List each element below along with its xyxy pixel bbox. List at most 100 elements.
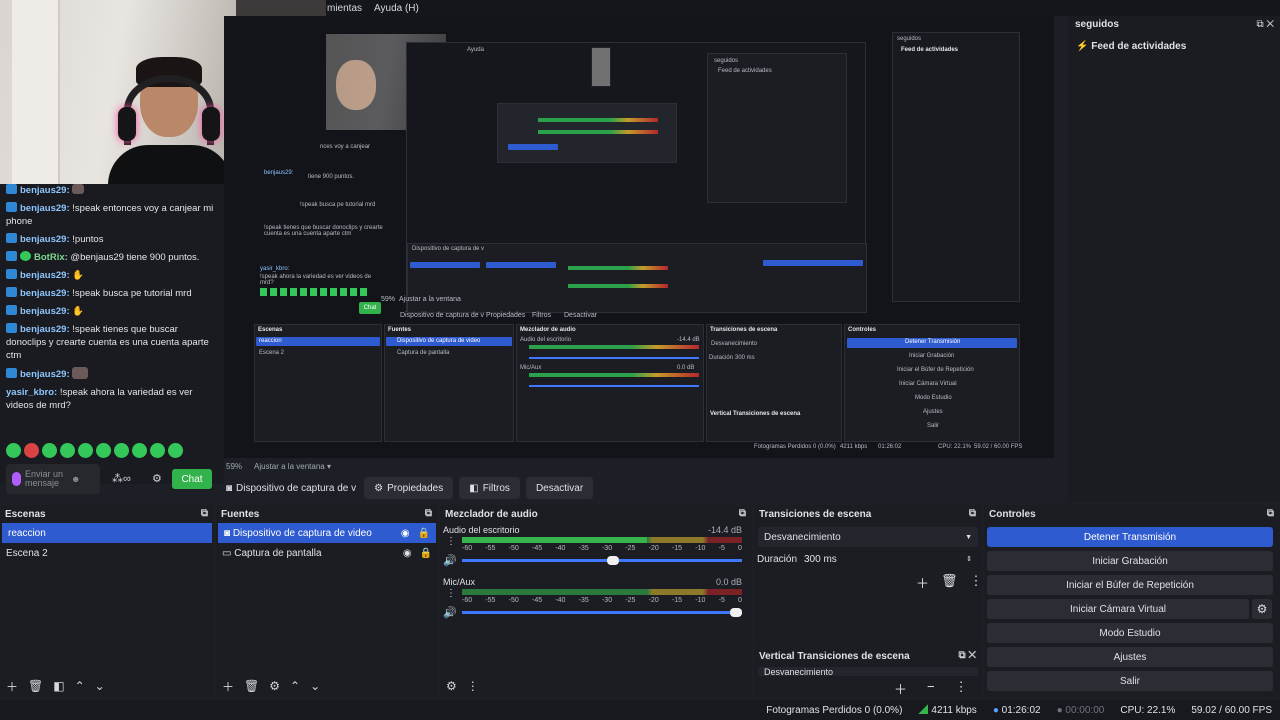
duration-spinbox[interactable]: 300 ms ⇕ <box>798 549 978 569</box>
emote-icon[interactable] <box>6 443 21 458</box>
preview-canvas[interactable]: benjaus29: nces voy a canjear tiene 900 … <box>224 16 1054 458</box>
emote-icon[interactable] <box>150 443 165 458</box>
emote-icon[interactable] <box>114 443 129 458</box>
float-icon[interactable]: ⧉ <box>201 508 208 519</box>
stop-streaming-button[interactable]: Detener Transmisión <box>987 527 1273 547</box>
chevron-down-icon[interactable]: ⌄ <box>95 679 105 693</box>
filter-icon[interactable]: ◧ <box>53 679 64 693</box>
transition-select[interactable]: Desvanecimiento ▼ <box>758 527 978 547</box>
eye-icon[interactable]: ◉ <box>403 548 412 559</box>
properties-button[interactable]: ⚙ Propiedades <box>364 477 454 499</box>
minus-icon[interactable]: − <box>927 679 935 698</box>
menu-help[interactable]: Ayuda (H) <box>374 3 419 14</box>
tick-label: -5 <box>718 597 725 604</box>
zoom-fit-select[interactable]: Ajustar a la ventana ▾ <box>254 462 331 471</box>
scene-item[interactable]: Escena 2 <box>0 543 214 563</box>
vertical-transition-actions: ＋ − ⋮ <box>894 679 968 698</box>
points-icon[interactable]: ⁂∞ <box>112 472 131 485</box>
source-item[interactable]: ◙ Dispositivo de captura de video ◉ 🔒 <box>218 523 436 543</box>
tick-label: -10 <box>695 545 706 552</box>
emote-icon[interactable] <box>132 443 147 458</box>
speaker-icon[interactable]: 🔊 <box>443 554 457 567</box>
dock-controls[interactable]: ⧉ ✕ <box>1256 19 1274 30</box>
emote-icon[interactable] <box>78 443 93 458</box>
exit-button[interactable]: Salir <box>987 671 1273 691</box>
emote-icon[interactable] <box>42 443 57 458</box>
float-close-icons[interactable]: ⧉ ✕ <box>958 650 976 661</box>
tick-label: -45 <box>531 545 543 552</box>
gear-icon[interactable]: ⚙ <box>446 679 457 693</box>
replay-buffer-button[interactable]: Iniciar el Búfer de Repetición <box>987 575 1273 595</box>
transitions-dock: Transiciones de escena ⧉ Desvanecimiento ▼… <box>754 505 983 645</box>
dock-header: Controles ⧉ <box>989 508 1274 520</box>
tick-label: -60 <box>462 597 473 604</box>
chat-input[interactable]: Enviar un mensaje ☻ <box>6 464 100 494</box>
gear-icon[interactable]: ⚙ <box>1252 599 1272 619</box>
emote-icon[interactable] <box>168 443 183 458</box>
scene-item[interactable]: reaccion <box>2 523 212 543</box>
volume-slider[interactable] <box>462 608 742 617</box>
float-icon[interactable]: ⧉ <box>1267 508 1274 519</box>
more-icon[interactable]: ⋮ <box>955 679 968 698</box>
speaker-icon[interactable]: 🔊 <box>443 606 457 619</box>
emote-icon[interactable] <box>60 443 75 458</box>
mic-icon[interactable] <box>12 472 21 486</box>
lock-icon[interactable]: 🔒 <box>418 528 430 539</box>
menu-tools[interactable]: mientas <box>327 3 362 14</box>
settings-button[interactable]: Ajustes <box>987 647 1273 667</box>
controls-dock: Controles ⧉ Detener Transmisión Iniciar G… <box>984 505 1280 698</box>
level-meter <box>462 537 742 543</box>
more-icon[interactable]: ⋮ <box>970 573 983 592</box>
chevron-down-icon[interactable]: ⌄ <box>310 679 320 693</box>
chat-panel: benjaus29: benjaus29: !speak entonces vo… <box>0 184 224 484</box>
tick-label: -55 <box>485 545 496 552</box>
scenes-toolbar: ＋ 🗑 ◧ ⌃ ⌄ <box>0 674 214 698</box>
chat-message: benjaus29: !speak tienes que buscar dono… <box>6 323 209 361</box>
chat-message: yasir_kbro: !speak ahora la variedad es … <box>6 387 193 411</box>
mixer-channel: Mic/Aux 0.0 dB ⋮ -60 -55 -50 -45 -40 -35 -30 -2… <box>440 577 745 625</box>
trash-icon[interactable]: 🗑 <box>244 679 259 693</box>
tick-label: -10 <box>695 597 706 604</box>
chat-send-button[interactable]: Chat <box>172 469 212 489</box>
add-icon[interactable]: ＋ <box>894 679 907 698</box>
volume-slider[interactable] <box>462 556 742 565</box>
float-icon[interactable]: ⧉ <box>425 508 432 519</box>
nested-chat-user: benjaus29: <box>264 170 294 176</box>
float-icon[interactable]: ⧉ <box>739 508 746 519</box>
emote-icon[interactable] <box>24 443 39 458</box>
filters-button[interactable]: ◧ Filtros <box>459 477 520 499</box>
nested-filters: Filtros <box>532 312 552 319</box>
studio-mode-button[interactable]: Modo Estudio <box>987 623 1273 643</box>
chat-message: BotRix: @benjaus29 tiene 900 puntos. <box>6 251 218 264</box>
emoji-icon[interactable]: ☻ <box>71 474 80 484</box>
stream-time: ● 01:26:02 <box>992 704 1041 716</box>
more-icon[interactable]: ⋮ <box>446 536 456 547</box>
trash-icon[interactable]: 🗑 <box>28 679 43 693</box>
float-icon[interactable]: ⧉ <box>969 508 976 519</box>
tick-label: -25 <box>625 545 636 552</box>
activity-feed-dock: seguidos ⧉ ✕ ⚡ Feed de actividades <box>1068 16 1280 502</box>
vertical-transition-select[interactable]: Desvanecimiento <box>758 667 978 676</box>
more-icon[interactable]: ⋮ <box>467 679 479 693</box>
tick-label: -40 <box>555 545 566 552</box>
channel-name: Mic/Aux <box>443 577 476 587</box>
source-item[interactable]: ▭ Captura de pantalla ◉ 🔒 <box>216 543 438 563</box>
chevron-up-icon[interactable]: ⌃ <box>75 679 85 693</box>
virtual-camera-button[interactable]: Iniciar Cámara Virtual <box>987 599 1249 619</box>
chevron-up-icon[interactable]: ⌃ <box>290 679 300 693</box>
eye-icon[interactable]: ◉ <box>401 528 410 539</box>
add-icon[interactable]: ＋ <box>222 678 234 695</box>
tick-label: -25 <box>625 597 636 604</box>
more-icon[interactable]: ⋮ <box>446 588 456 599</box>
add-icon[interactable]: ＋ <box>916 573 929 592</box>
status-bar: Fotogramas Perdidos 0 (0.0%) 4211 kbps ●… <box>0 700 1280 720</box>
add-icon[interactable]: ＋ <box>6 678 18 695</box>
emote-icon[interactable] <box>96 443 111 458</box>
gear-icon[interactable]: ⚙ <box>269 679 280 693</box>
start-recording-button[interactable]: Iniciar Grabación <box>987 551 1273 571</box>
deactivate-button[interactable]: Desactivar <box>525 477 594 499</box>
lock-icon[interactable]: 🔒 <box>420 548 432 559</box>
settings-icon[interactable]: ⚙ <box>152 472 162 485</box>
points-value: ∞ <box>123 473 131 485</box>
trash-icon[interactable]: 🗑 <box>941 573 958 592</box>
